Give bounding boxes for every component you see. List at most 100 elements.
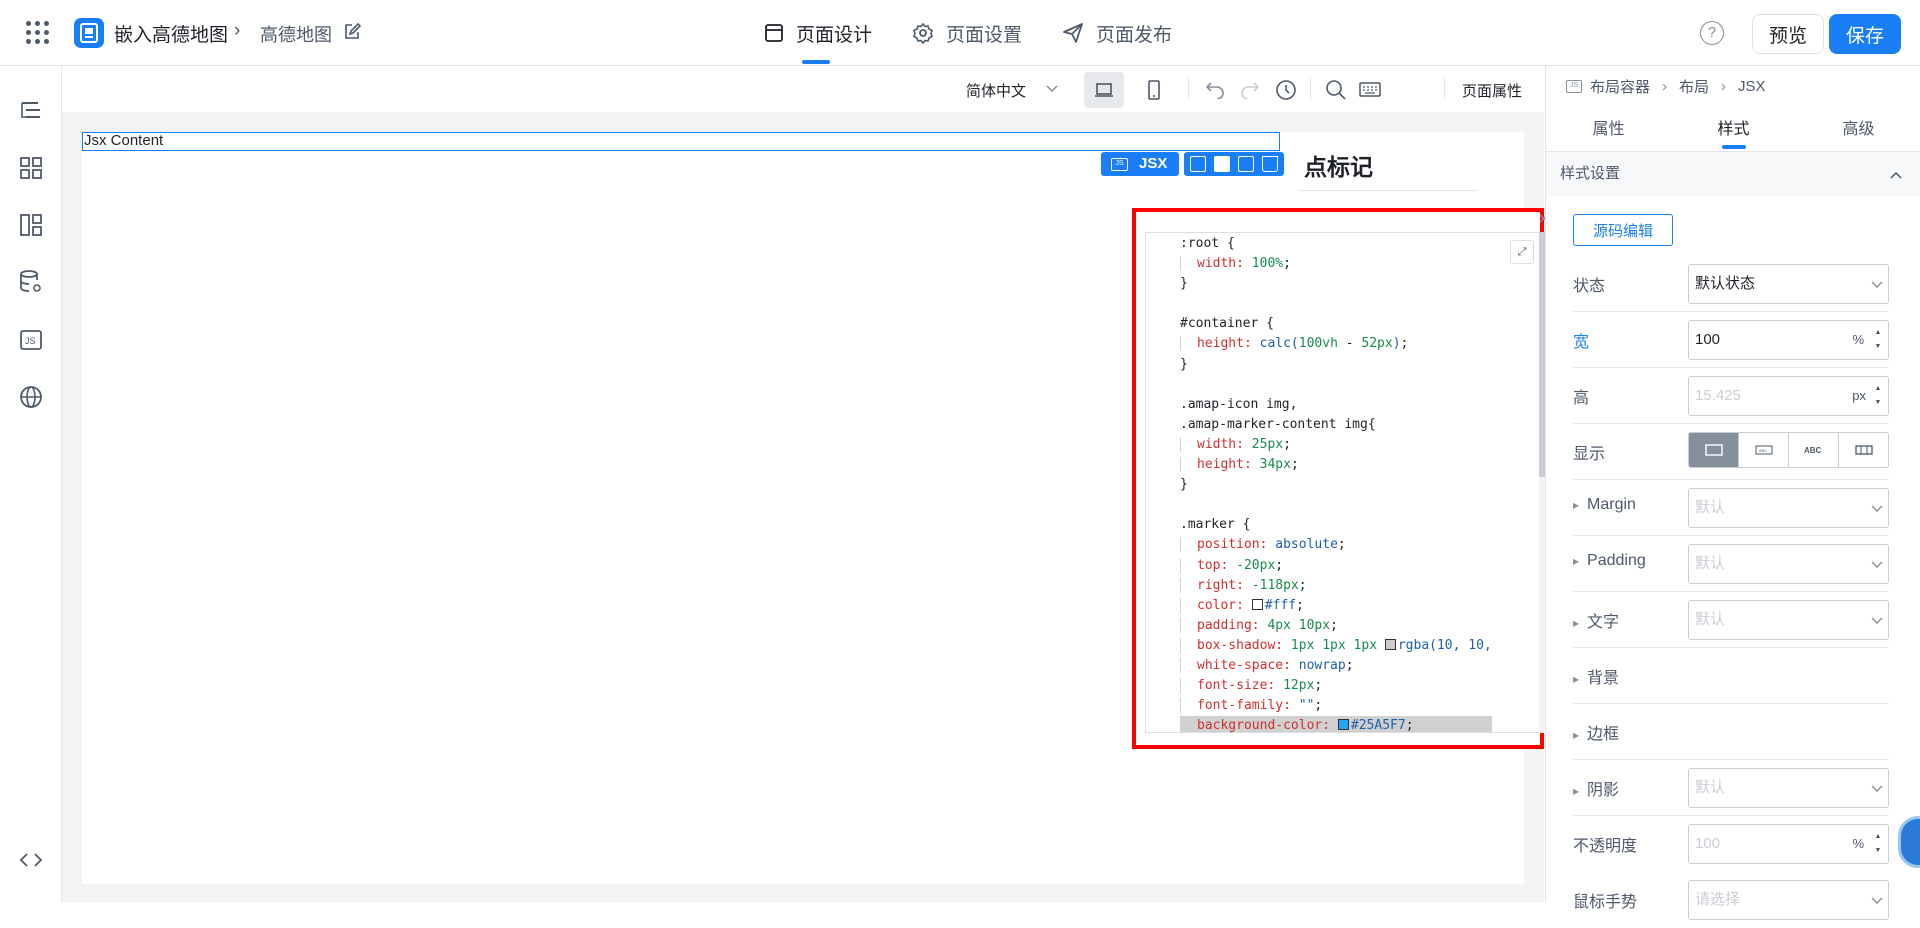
- style-settings-header[interactable]: 样式设置: [1546, 152, 1920, 196]
- code-line[interactable]: font-family: "";: [1180, 696, 1492, 716]
- save-button[interactable]: 保存: [1829, 14, 1901, 54]
- code-line[interactable]: :root {: [1180, 234, 1492, 254]
- code-line[interactable]: .marker {: [1180, 515, 1492, 535]
- assistant-avatar[interactable]: [1898, 816, 1920, 868]
- keyboard-icon[interactable]: [1358, 79, 1382, 99]
- display-text-icon[interactable]: ABC: [1789, 433, 1839, 467]
- code-line[interactable]: height: 34px;: [1180, 455, 1492, 475]
- add-icon[interactable]: [1214, 156, 1230, 172]
- apps-grid-icon[interactable]: [26, 21, 50, 45]
- height-input[interactable]: 15.425 px ▲ ▼: [1688, 376, 1889, 416]
- display-block-icon[interactable]: [1689, 433, 1739, 467]
- text-label[interactable]: 文字: [1573, 608, 1619, 632]
- js-code-icon[interactable]: JS: [18, 327, 44, 353]
- code-line[interactable]: [1180, 495, 1492, 515]
- code-line[interactable]: #container {: [1180, 314, 1492, 334]
- code-line[interactable]: background-color: #25A5F7;: [1180, 716, 1492, 732]
- text-select[interactable]: 默认: [1688, 600, 1889, 640]
- color-swatch[interactable]: [1337, 719, 1349, 731]
- margin-select[interactable]: 默认: [1688, 488, 1889, 528]
- shadow-select[interactable]: 默认: [1688, 768, 1889, 808]
- code-line[interactable]: height: calc(100vh - 52px);: [1180, 334, 1492, 354]
- breadcrumb-item[interactable]: 布局: [1679, 76, 1709, 97]
- desktop-view-button[interactable]: [1084, 72, 1124, 108]
- source-edit-button[interactable]: 源码编辑: [1573, 214, 1673, 246]
- border-label[interactable]: 边框: [1573, 720, 1619, 744]
- code-line[interactable]: }: [1180, 355, 1492, 375]
- source-code-icon[interactable]: [18, 847, 44, 873]
- select-parent-icon[interactable]: [1190, 156, 1206, 172]
- tab-page-design[interactable]: 页面设计: [764, 0, 872, 66]
- code-line[interactable]: .amap-icon img,: [1180, 395, 1492, 415]
- code-line[interactable]: box-shadow: 1px 1px 1px rgba(10, 10,: [1180, 636, 1492, 656]
- margin-label[interactable]: Margin: [1573, 496, 1636, 514]
- mobile-view-button[interactable]: [1134, 72, 1174, 108]
- data-source-icon[interactable]: [18, 269, 44, 295]
- opacity-input[interactable]: 100 % ▲ ▼: [1688, 824, 1889, 864]
- display-inline-icon[interactable]: ABC: [1739, 433, 1789, 467]
- tab-page-publish[interactable]: 页面发布: [1062, 0, 1172, 66]
- layout-icon[interactable]: [18, 212, 44, 238]
- tab-properties[interactable]: 属性: [1546, 112, 1671, 151]
- shadow-label[interactable]: 阴影: [1573, 776, 1619, 800]
- stepper-icon[interactable]: ▲ ▼: [1868, 321, 1888, 359]
- code-line[interactable]: color: #fff;: [1180, 596, 1492, 616]
- code-line[interactable]: padding: 4px 10px;: [1180, 616, 1492, 636]
- tab-style[interactable]: 样式: [1671, 112, 1796, 151]
- redo-icon[interactable]: [1239, 79, 1261, 99]
- background-row[interactable]: 背景: [1573, 648, 1889, 704]
- code-line[interactable]: .amap-marker-content img{: [1180, 415, 1492, 435]
- page-name[interactable]: 高德地图: [260, 21, 332, 47]
- delete-icon[interactable]: [1262, 156, 1278, 172]
- code-line[interactable]: top: -20px;: [1180, 556, 1492, 576]
- cursor-select[interactable]: 请选择: [1688, 880, 1889, 920]
- color-swatch[interactable]: [1251, 598, 1263, 610]
- chevron-up-icon[interactable]: [1889, 168, 1903, 182]
- code-lines[interactable]: :root {width: 100%;} #container {height: …: [1180, 234, 1492, 732]
- code-line[interactable]: [1180, 375, 1492, 395]
- code-editor[interactable]: :root {width: 100%;} #container {height: …: [1145, 232, 1545, 733]
- width-unit[interactable]: %: [1852, 321, 1864, 359]
- code-line[interactable]: font-size: 12px;: [1180, 676, 1492, 696]
- tab-page-settings[interactable]: 页面设置: [912, 0, 1022, 66]
- width-input[interactable]: 100 % ▲ ▼: [1688, 320, 1889, 360]
- code-line[interactable]: width: 100%;: [1180, 254, 1492, 274]
- page-properties-button[interactable]: 页面属性: [1462, 80, 1522, 101]
- edit-icon[interactable]: [343, 23, 361, 41]
- breadcrumb-item[interactable]: 布局容器: [1590, 76, 1650, 97]
- jsx-component-tag[interactable]: JS JSX: [1101, 152, 1179, 176]
- outline-tree-icon[interactable]: [18, 98, 44, 124]
- background-label[interactable]: 背景: [1573, 664, 1619, 688]
- breadcrumb-item[interactable]: JSX: [1738, 78, 1766, 95]
- code-line[interactable]: }: [1180, 475, 1492, 495]
- help-icon[interactable]: ?: [1700, 21, 1724, 45]
- code-line[interactable]: width: 25px;: [1180, 435, 1492, 455]
- preview-button[interactable]: 预览: [1752, 14, 1824, 54]
- globe-icon[interactable]: [18, 384, 44, 410]
- code-line[interactable]: }: [1180, 274, 1492, 294]
- stepper-icon[interactable]: ▲ ▼: [1868, 825, 1888, 863]
- tab-advanced[interactable]: 高级: [1796, 112, 1920, 151]
- code-line[interactable]: [1180, 294, 1492, 314]
- code-line[interactable]: right: -118px;: [1180, 576, 1492, 596]
- copy-icon[interactable]: [1238, 156, 1254, 172]
- language-select[interactable]: 简体中文: [966, 80, 1026, 101]
- padding-select[interactable]: 默认: [1688, 544, 1889, 584]
- chevron-down-icon[interactable]: [1044, 80, 1060, 96]
- opacity-unit[interactable]: %: [1852, 825, 1864, 863]
- state-select[interactable]: 默认状态: [1688, 264, 1889, 304]
- display-inline-block-icon[interactable]: [1839, 433, 1888, 467]
- code-line[interactable]: position: absolute;: [1180, 535, 1492, 555]
- components-grid-icon[interactable]: [18, 155, 44, 181]
- height-unit[interactable]: px: [1852, 377, 1866, 415]
- app-name[interactable]: 嵌入高德地图: [114, 20, 228, 47]
- padding-label[interactable]: Padding: [1573, 552, 1646, 570]
- expand-icon[interactable]: ⤢: [1510, 240, 1534, 264]
- undo-icon[interactable]: [1204, 79, 1226, 99]
- code-line[interactable]: white-space: nowrap;: [1180, 656, 1492, 676]
- stepper-icon[interactable]: ▲ ▼: [1868, 377, 1888, 415]
- border-row[interactable]: 边框: [1573, 704, 1889, 760]
- search-icon[interactable]: [1325, 79, 1347, 101]
- jsx-content-block[interactable]: Jsx Content: [82, 132, 1280, 151]
- color-swatch[interactable]: [1384, 638, 1396, 650]
